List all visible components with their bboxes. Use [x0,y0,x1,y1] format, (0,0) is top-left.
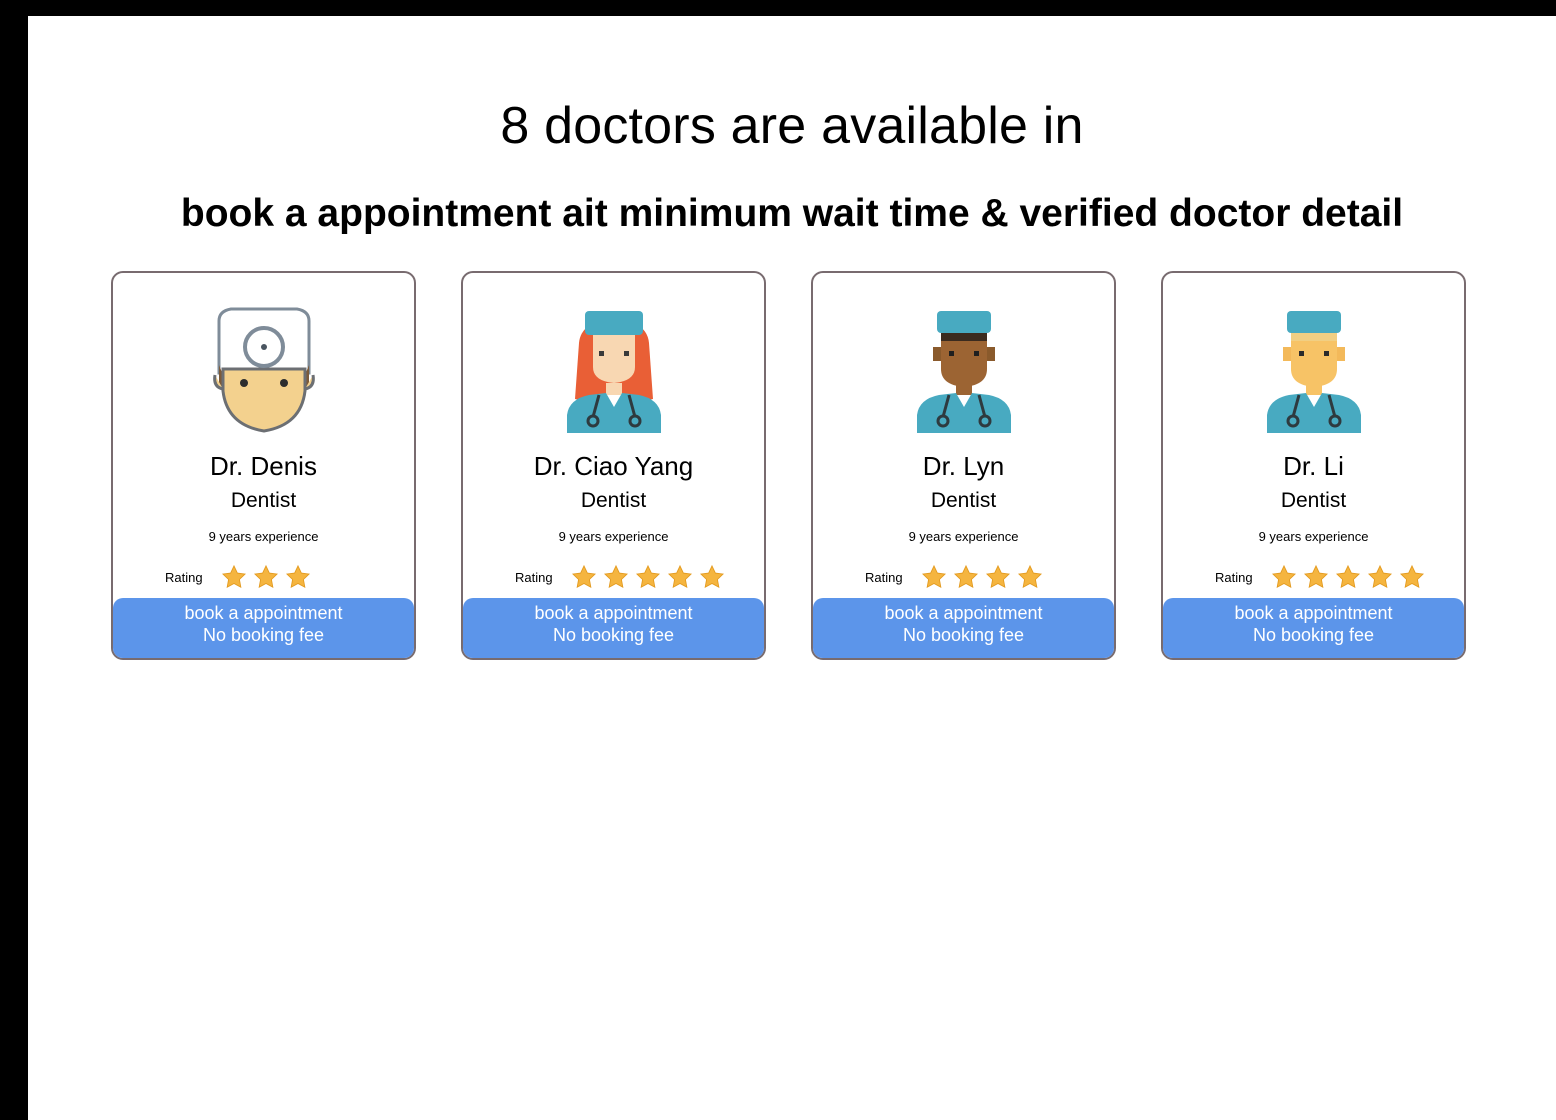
doctor-card: Dr. Ciao Yang Dentist 9 years experience… [461,271,766,660]
page-title: 8 doctors are available in [500,97,1084,155]
page-subtitle: book a appointment ait minimum wait time… [180,192,1404,235]
male-doctor-dark-icon [909,303,1019,433]
rating-label: Rating [1215,569,1253,585]
doctor-experience: 9 years experience [908,529,1019,544]
doctor-card: Dr. Denis Dentist 9 years experience Rat… [111,271,416,660]
doctor-specialty: Dentist [930,489,997,512]
rating-label: Rating [165,569,203,585]
rating-stars [571,564,725,590]
rating-row: Rating [165,561,311,593]
star-icon [985,564,1011,588]
page-canvas: 8 doctors are available in book a appoin… [28,16,1556,1120]
book-appointment-button[interactable]: book a appointment No booking fee [813,598,1114,658]
rating-label: Rating [515,569,553,585]
star-icon [1017,564,1043,588]
female-doctor-icon [559,303,669,433]
star-icon [1335,564,1361,588]
button-label: book a appointment [1234,603,1393,623]
doctor-card: Dr. Li Dentist 9 years experience Rating… [1161,271,1466,660]
doctor-name: Dr. Denis [210,451,317,481]
dentist-head-mirror-icon [209,303,319,433]
star-icon [699,564,725,588]
rating-row: Rating [865,561,1043,593]
star-icon [253,564,279,588]
button-label: book a appointment [534,603,693,623]
book-appointment-button[interactable]: book a appointment No booking fee [1163,598,1464,658]
book-appointment-button[interactable]: book a appointment No booking fee [463,598,764,658]
rating-stars [221,564,311,590]
star-icon [571,564,597,588]
star-icon [921,564,947,588]
star-icon [221,564,247,588]
button-sublabel: No booking fee [202,625,325,645]
rating-label: Rating [865,569,903,585]
rating-stars [921,564,1043,590]
star-icon [667,564,693,588]
doctor-experience: 9 years experience [208,529,319,544]
rating-row: Rating [515,561,725,593]
doctor-experience: 9 years experience [1258,529,1369,544]
doctor-name: Dr. Lyn [922,451,1005,481]
star-icon [1367,564,1393,588]
button-label: book a appointment [184,603,343,623]
doctor-name: Dr. Ciao Yang [533,451,694,481]
book-appointment-button[interactable]: book a appointment No booking fee [113,598,414,658]
button-sublabel: No booking fee [902,625,1025,645]
male-doctor-light-icon [1259,303,1369,433]
star-icon [953,564,979,588]
doctor-name: Dr. Li [1283,451,1344,481]
doctor-card: Dr. Lyn Dentist 9 years experience Ratin… [811,271,1116,660]
doctor-experience: 9 years experience [558,529,669,544]
star-icon [635,564,661,588]
button-sublabel: No booking fee [1252,625,1375,645]
doctor-specialty: Dentist [580,489,647,512]
button-sublabel: No booking fee [552,625,675,645]
doctor-specialty: Dentist [230,489,297,512]
doctor-specialty: Dentist [1280,489,1347,512]
star-icon [1271,564,1297,588]
rating-row: Rating [1215,561,1425,593]
rating-stars [1271,564,1425,590]
star-icon [1303,564,1329,588]
star-icon [285,564,311,588]
star-icon [603,564,629,588]
button-label: book a appointment [884,603,1043,623]
star-icon [1399,564,1425,588]
